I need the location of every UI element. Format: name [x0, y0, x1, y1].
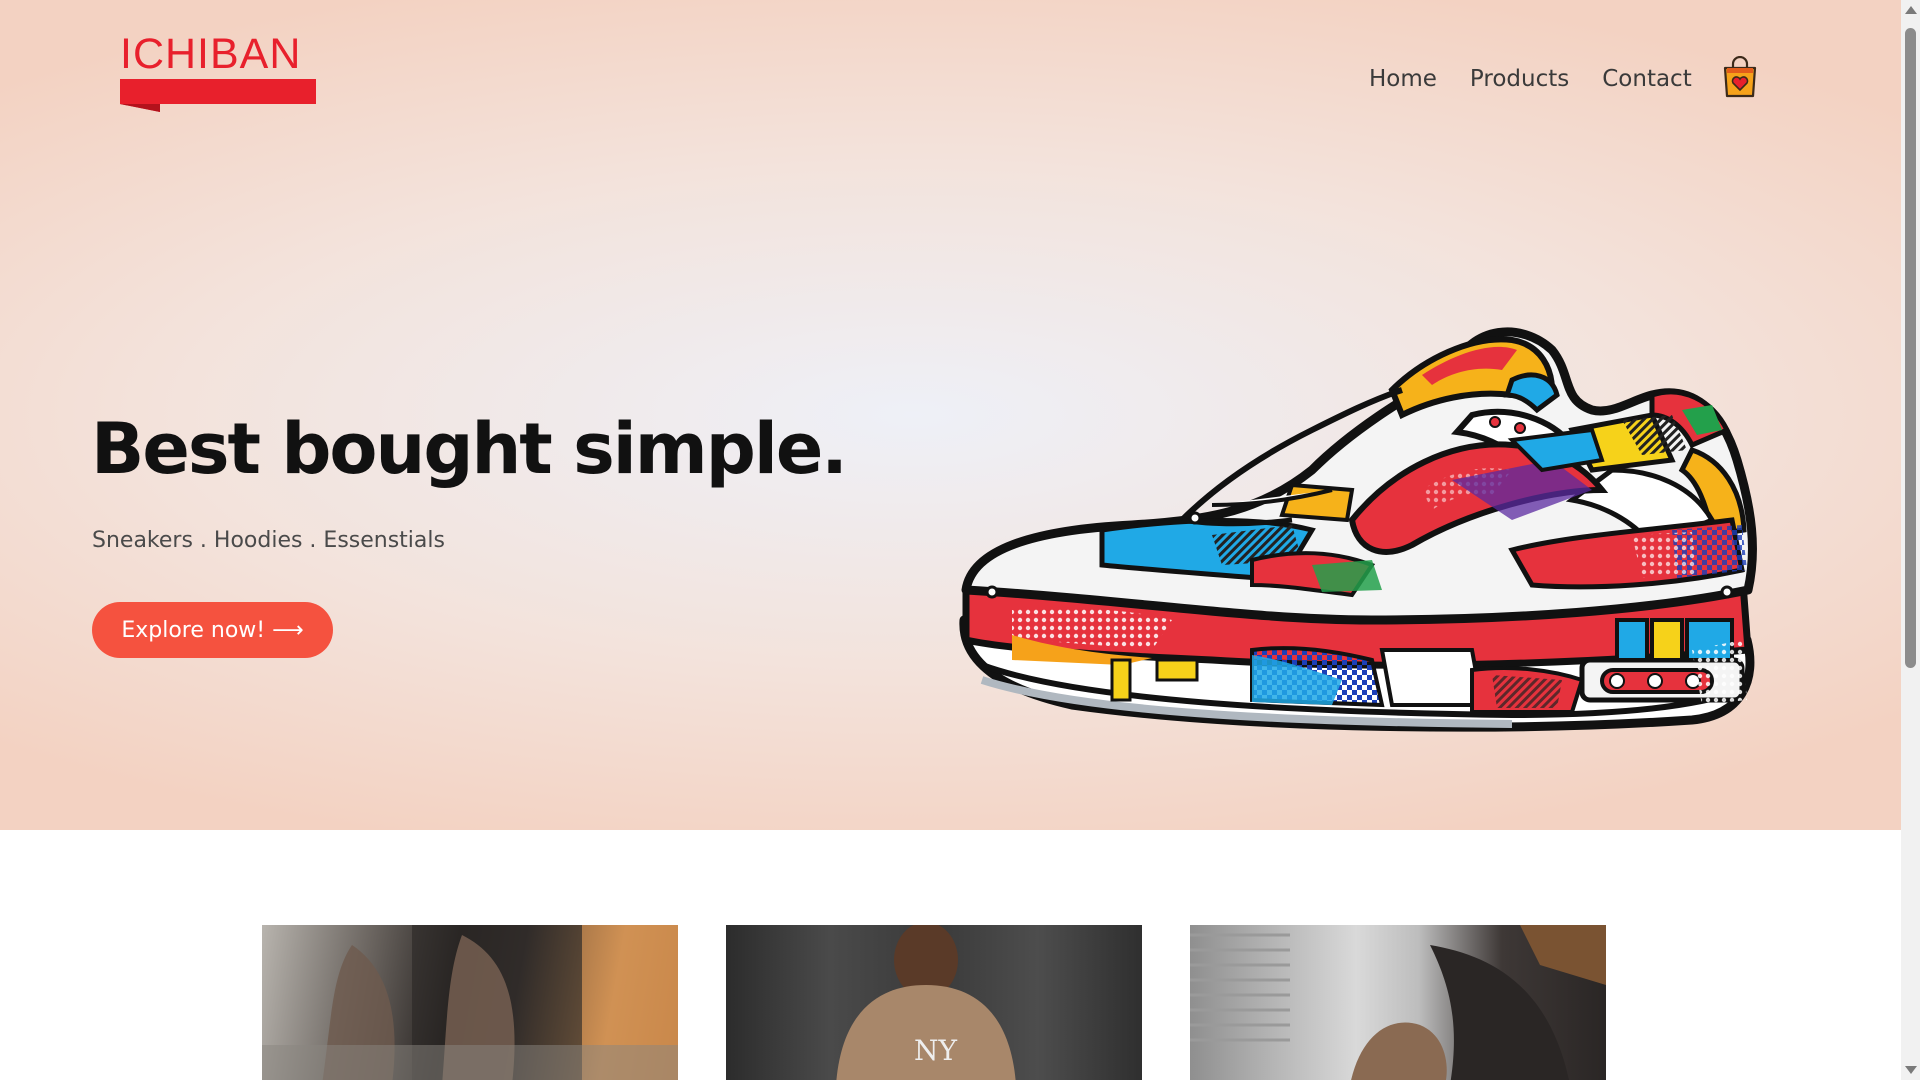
nav-home-link[interactable]: Home: [1369, 66, 1437, 92]
woman-with-handbag-photo: [1190, 925, 1606, 1080]
main-nav: Home Products Contact: [1369, 56, 1758, 100]
product-grid: NY: [262, 925, 1606, 1080]
logo-ribbon-icon: [120, 79, 316, 112]
shopping-bag-heart-icon[interactable]: [1722, 56, 1758, 98]
hero-tagline: Sneakers . Hoodies . Essenstials: [92, 528, 445, 553]
nav-contact-link[interactable]: Contact: [1602, 66, 1691, 92]
product-card-ny-hoodie[interactable]: NY: [726, 925, 1142, 1080]
nav-products-link[interactable]: Products: [1470, 66, 1569, 92]
brand-logo-text: ICHIBAN: [120, 30, 302, 78]
scroll-down-icon[interactable]: [1905, 1066, 1917, 1074]
vertical-scrollbar[interactable]: [1901, 0, 1920, 1080]
product-card-handbag[interactable]: [1190, 925, 1606, 1080]
product-card-tattooed-man[interactable]: [262, 925, 678, 1080]
man-in-ny-hoodie-photo: NY: [836, 925, 1016, 1080]
sneaker-illustration: [959, 327, 1757, 732]
explore-now-button[interactable]: Explore now! ⟶: [92, 602, 333, 658]
brand-logo[interactable]: ICHIBAN: [118, 30, 318, 115]
page-viewport: ICHIBAN Home Products Contact Best bough…: [0, 0, 1901, 1080]
hero-headline: Best bought simple.: [91, 408, 848, 490]
scroll-up-icon[interactable]: [1905, 6, 1917, 14]
tattooed-man-sitting-photo: [262, 925, 678, 1080]
svg-text:NY: NY: [914, 1034, 958, 1067]
hero-section: ICHIBAN Home Products Contact Best bough…: [0, 0, 1901, 830]
scrollbar-thumb[interactable]: [1905, 28, 1916, 668]
